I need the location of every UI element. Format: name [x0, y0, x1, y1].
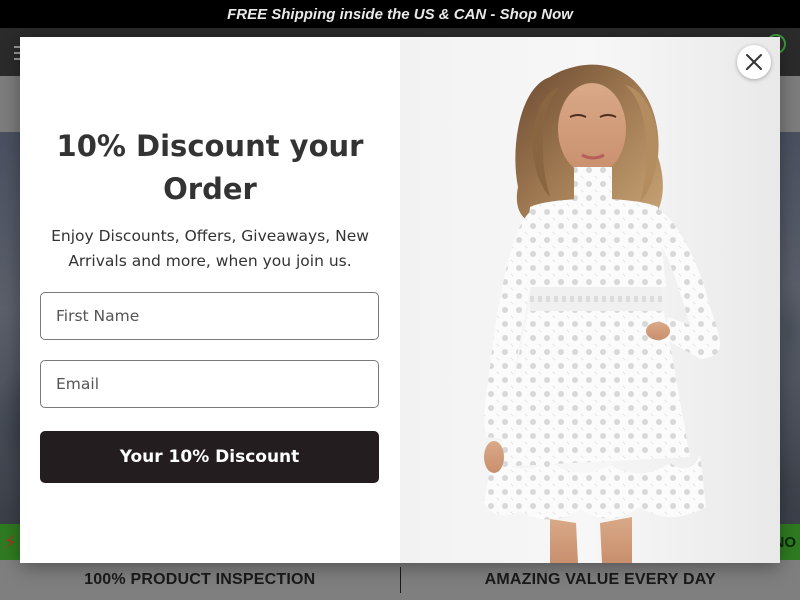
get-discount-button[interactable]: Your 10% Discount [40, 431, 379, 483]
popup-subtext: Enjoy Discounts, Offers, Giveaways, New … [51, 227, 369, 270]
feature-value: AMAZING VALUE EVERY DAY [484, 571, 716, 588]
model-photo [400, 37, 780, 563]
feature-inspection: 100% PRODUCT INSPECTION [84, 571, 316, 588]
features-bar: 100% PRODUCT INSPECTION AMAZING VALUE EV… [0, 560, 800, 600]
popup-heading: 10% Discount your Order [56, 129, 364, 206]
email-input[interactable] [40, 360, 379, 408]
announcement-bar[interactable]: FREE Shipping inside the US & CAN - Shop… [0, 0, 800, 28]
close-icon [746, 54, 762, 70]
discount-popup: 10% Discount your Order Enjoy Discounts,… [20, 37, 780, 563]
announcement-text[interactable]: FREE Shipping inside the US & CAN - Shop… [227, 6, 573, 23]
lightning-icon: ⚡ [4, 531, 17, 553]
first-name-input[interactable] [40, 292, 379, 340]
popup-form-panel: 10% Discount your Order Enjoy Discounts,… [20, 37, 400, 563]
close-popup-button[interactable] [737, 45, 771, 79]
